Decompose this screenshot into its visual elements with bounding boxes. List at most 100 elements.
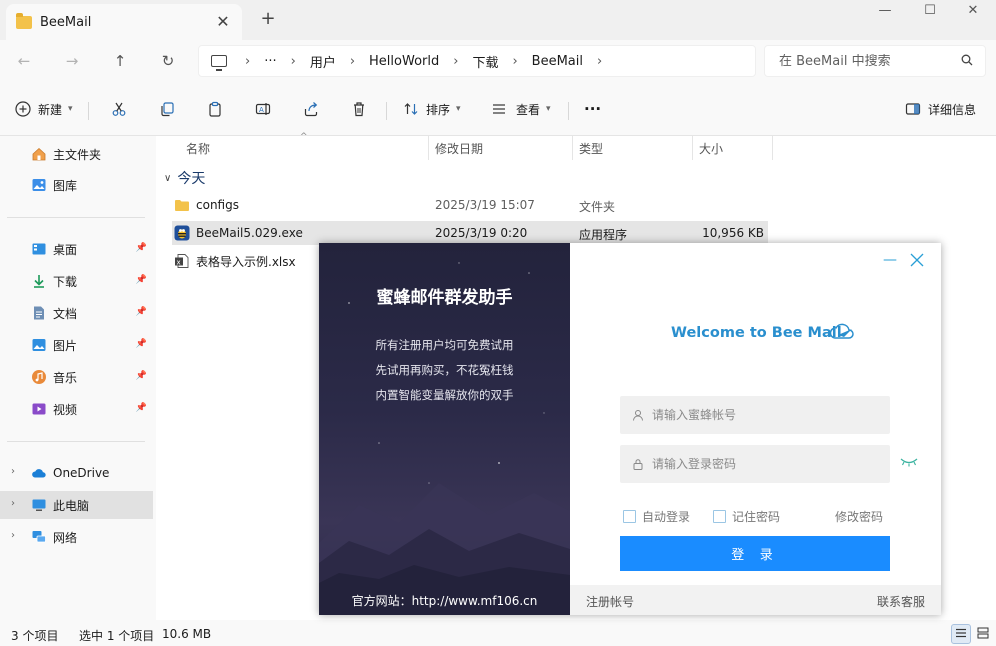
copy-button[interactable] [156,96,178,122]
sidebar-item-videos[interactable]: 视频 📌 [0,395,153,423]
column-divider[interactable] [692,136,693,160]
details-view-button[interactable] [951,624,971,644]
refresh-button[interactable]: ↻ [156,49,180,73]
account-input[interactable] [652,408,882,422]
change-password-link[interactable]: 修改密码 [835,508,883,525]
file-type: 文件夹 [579,200,616,214]
sidebar-item-this-pc[interactable]: › 此电脑 [0,491,153,519]
column-header-date[interactable]: 修改日期 [435,136,483,160]
chevron-right-icon[interactable]: › [11,530,15,541]
new-tab-button[interactable]: + [258,9,278,29]
file-type: 应用程序 [579,228,628,242]
sidebar-item-documents[interactable]: 文档 📌 [0,299,153,327]
minimize-button[interactable]: — [862,0,908,24]
official-website-link[interactable]: 官方网站：http://www.mf106.cn [319,592,570,609]
search-box[interactable] [764,45,986,77]
delete-button[interactable] [348,96,370,122]
bee-app-icon [174,225,190,241]
cut-button[interactable] [108,96,130,122]
forward-button[interactable]: → [60,49,84,73]
breadcrumb-more[interactable]: ··· [264,54,276,69]
address-bar[interactable]: › ··· › 用户 › HelloWorld › 下载 › BeeMail › [198,45,756,77]
hide-password-icon[interactable] [900,457,918,467]
auto-login-label: 自动登录 [642,510,691,524]
password-input[interactable] [652,457,882,471]
table-row[interactable]: configs 2025/3/19 15:07 文件夹 [172,193,768,217]
dialog-promo-panel: 蜜蜂邮件群发助手 所有注册用户均可免费试用 先试用再购买，不花冤枉钱 内置智能变… [319,243,570,615]
share-button[interactable] [300,96,322,122]
chevron-right-icon[interactable]: › [11,498,15,509]
maximize-button[interactable]: ☐ [907,0,953,24]
sidebar-item-music[interactable]: 音乐 📌 [0,363,153,391]
sidebar-label: OneDrive [53,466,110,480]
pin-icon[interactable]: 📌 [136,339,147,349]
login-button[interactable]: 登 录 [620,536,890,571]
breadcrumb-beemail[interactable]: BeeMail [532,54,583,69]
trash-icon [348,98,370,120]
chevron-right-icon[interactable]: › [11,466,15,477]
file-date: 2025/3/19 0:20 [435,226,528,240]
column-divider[interactable] [572,136,573,160]
password-field[interactable] [620,445,890,483]
cloud-icon [31,465,47,481]
contact-support-link[interactable]: 联系客服 [877,593,925,610]
tab-close-button[interactable]: ✕ [214,13,232,31]
search-input[interactable] [779,53,959,69]
sidebar-label: 主文件夹 [53,147,102,162]
pin-icon[interactable]: 📌 [136,307,147,317]
pin-icon[interactable]: 📌 [136,243,147,253]
rename-button[interactable]: A [252,96,274,122]
sidebar-item-gallery[interactable]: 图库 [0,171,153,199]
remember-password-label: 记住密码 [732,510,781,524]
more-options-button[interactable]: ··· [584,96,601,122]
sidebar-item-onedrive[interactable]: › OneDrive [0,459,153,487]
pin-icon[interactable]: 📌 [136,403,147,413]
up-button[interactable]: ↑ [108,49,132,73]
column-header-type[interactable]: 类型 [579,136,603,160]
checkbox-box[interactable] [623,510,636,523]
back-button[interactable]: ← [12,49,36,73]
paste-icon [204,98,226,120]
rename-icon: A [252,98,274,120]
dialog-minimize-button[interactable]: — [882,253,898,269]
plus-icon [12,98,34,120]
share-icon [300,98,322,120]
group-header-today[interactable]: ∨ 今天 [164,168,205,188]
column-divider[interactable] [428,136,429,160]
new-button[interactable]: 新建 ▾ [12,96,73,122]
close-button[interactable]: ✕ [950,0,996,24]
sidebar-label: 图片 [53,338,78,353]
sidebar-item-home[interactable]: 主文件夹 [0,140,153,168]
column-divider[interactable] [772,136,773,160]
view-button[interactable]: 查看 ▾ [488,96,551,122]
paste-button[interactable] [204,96,226,122]
svg-text:x: x [177,259,181,267]
breadcrumb-downloads[interactable]: 下载 [472,52,498,71]
remember-password-checkbox[interactable]: 记住密码 [713,508,780,525]
tab-beemail[interactable]: BeeMail ✕ [6,4,242,40]
sidebar-item-pictures[interactable]: 图片 📌 [0,331,153,359]
breadcrumb-users[interactable]: 用户 [310,52,336,71]
details-pane-button[interactable]: 详细信息 [902,96,976,122]
auto-login-checkbox[interactable]: 自动登录 [623,508,690,525]
music-icon [31,369,47,385]
register-link[interactable]: 注册帐号 [586,593,634,610]
breadcrumb-helloworld[interactable]: HelloWorld [369,54,439,69]
sidebar-item-desktop[interactable]: 桌面 📌 [0,235,153,263]
sidebar-item-downloads[interactable]: 下载 📌 [0,267,153,295]
dialog-close-button[interactable] [910,253,926,269]
pin-icon[interactable]: 📌 [136,371,147,381]
checkbox-box[interactable] [713,510,726,523]
column-header-size[interactable]: 大小 [699,136,723,160]
tiles-view-button[interactable] [973,624,993,644]
folder-icon [16,12,32,29]
table-row[interactable]: BeeMail5.029.exe 2025/3/19 0:20 应用程序 10,… [172,221,768,245]
pin-icon[interactable]: 📌 [136,275,147,285]
account-field[interactable] [620,396,890,434]
computer-icon [211,55,227,71]
selected-size: 10.6 MB [162,627,212,641]
search-icon[interactable] [961,54,973,66]
column-header-name[interactable]: 名称 [186,136,210,160]
sort-button[interactable]: 排序 ▾ [400,96,461,122]
sidebar-item-network[interactable]: › 网络 [0,523,153,551]
